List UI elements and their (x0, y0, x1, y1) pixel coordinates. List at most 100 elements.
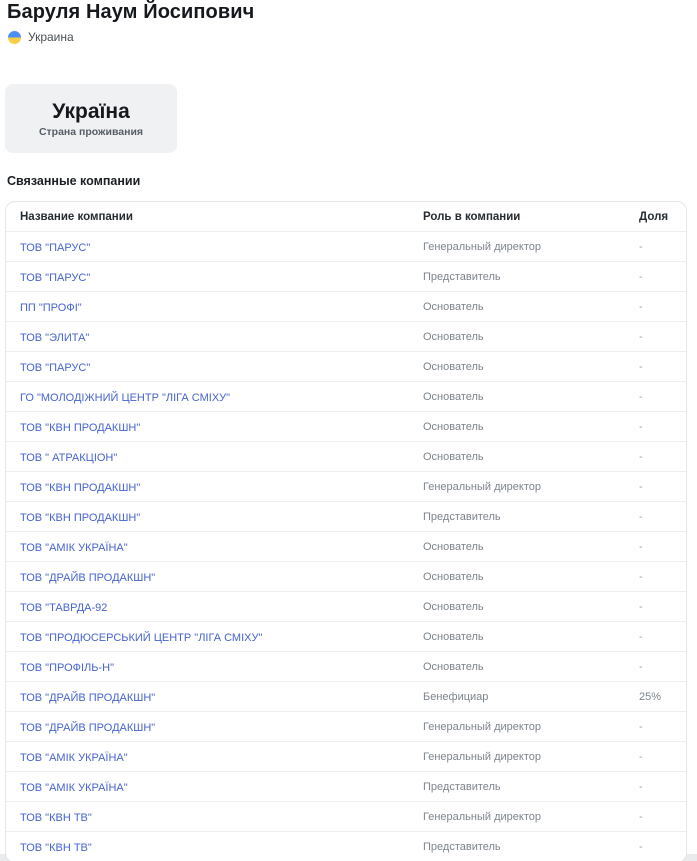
table-row: ТОВ "ПРОДЮСЕРСЬКИЙ ЦЕНТР "ЛІГА СМІХУ" Ос… (6, 622, 686, 652)
share-cell: - (625, 751, 686, 763)
profile-page: Баруля Наум Йосипович Украина Україна Ст… (0, 0, 697, 854)
share-cell: - (625, 511, 686, 523)
company-link[interactable]: ГО "МОЛОДІЖНИЙ ЦЕНТР "ЛІГА СМІХУ" (20, 392, 230, 404)
company-cell: ТОВ "ДРАЙВ ПРОДАКШН" (6, 718, 409, 736)
table-row: ПП "ПРОФІ" Основатель - (6, 292, 686, 322)
company-link[interactable]: ТОВ "АМІК УКРАЇНА" (20, 542, 128, 554)
table-row: ТОВ "КВН ТВ" Генеральный директор - (6, 802, 686, 832)
role-cell: Основатель (409, 601, 625, 613)
role-cell: Основатель (409, 331, 625, 343)
role-cell: Бенефициар (409, 691, 625, 703)
company-cell: ТОВ "КВН ТВ" (6, 808, 409, 826)
company-link[interactable]: ТОВ "ДРАЙВ ПРОДАКШН" (20, 572, 155, 584)
company-cell: ТОВ "АМІК УКРАЇНА" (6, 778, 409, 796)
citizenship-row: Украина (8, 30, 690, 44)
role-cell: Представитель (409, 841, 625, 853)
role-cell: Основатель (409, 421, 625, 433)
company-cell: ТОВ "ПАРУС" (6, 268, 409, 286)
share-cell: - (625, 811, 686, 823)
share-cell: - (625, 631, 686, 643)
related-companies-heading: Связанные компании (7, 174, 690, 188)
company-cell: ТОВ "КВН ПРОДАКШН" (6, 478, 409, 496)
company-link[interactable]: ТОВ "ДРАЙВ ПРОДАКШН" (20, 692, 155, 704)
company-cell: ПП "ПРОФІ" (6, 298, 409, 316)
company-cell: ТОВ " АТРАКЦІОН" (6, 448, 409, 466)
column-header-company: Название компании (6, 211, 409, 223)
table-header: Название компании Роль в компании Доля (6, 202, 686, 232)
company-cell: ГО "МОЛОДІЖНИЙ ЦЕНТР "ЛІГА СМІХУ" (6, 388, 409, 406)
share-cell: - (625, 781, 686, 793)
column-header-role: Роль в компании (409, 211, 625, 223)
role-cell: Основатель (409, 361, 625, 373)
company-link[interactable]: ТОВ "ПРОФІЛЬ-Н" (20, 662, 114, 674)
role-cell: Генеральный директор (409, 751, 625, 763)
company-link[interactable]: ПП "ПРОФІ" (20, 302, 82, 314)
company-cell: ТОВ "КВН ПРОДАКШН" (6, 508, 409, 526)
company-cell: ТОВ "АМІК УКРАЇНА" (6, 538, 409, 556)
table-row: ТОВ "ТАВРДА-92 Основатель - (6, 592, 686, 622)
share-cell: - (625, 571, 686, 583)
table-header-row: Название компании Роль в компании Доля (6, 202, 686, 232)
column-header-share: Доля (625, 211, 686, 223)
company-link[interactable]: ТОВ "ПАРУС" (20, 242, 90, 254)
role-cell: Представитель (409, 511, 625, 523)
role-cell: Основатель (409, 451, 625, 463)
table-row: ТОВ "АМІК УКРАЇНА" Основатель - (6, 532, 686, 562)
table-row: ГО "МОЛОДІЖНИЙ ЦЕНТР "ЛІГА СМІХУ" Основа… (6, 382, 686, 412)
role-cell: Основатель (409, 391, 625, 403)
page-title: Баруля Наум Йосипович (7, 0, 690, 24)
table-row: ТОВ "КВН ПРОДАКШН" Основатель - (6, 412, 686, 442)
share-cell: - (625, 301, 686, 313)
company-link[interactable]: ТОВ "КВН ТВ" (20, 812, 92, 824)
role-cell: Представитель (409, 271, 625, 283)
company-cell: ТОВ "ПРОФІЛЬ-Н" (6, 658, 409, 676)
share-cell: - (625, 331, 686, 343)
table-row: ТОВ "КВН ПРОДАКШН" Представитель - (6, 502, 686, 532)
role-cell: Основатель (409, 541, 625, 553)
table-row: ТОВ "ПАРУС" Представитель - (6, 262, 686, 292)
table-row: ТОВ "ЭЛИТА" Основатель - (6, 322, 686, 352)
company-link[interactable]: ТОВ "АМІК УКРАЇНА" (20, 782, 128, 794)
table-row: ТОВ "ПАРУС" Генеральный директор - (6, 232, 686, 262)
company-cell: ТОВ "ДРАЙВ ПРОДАКШН" (6, 688, 409, 706)
table-row: ТОВ "ДРАЙВ ПРОДАКШН" Бенефициар 25% (6, 682, 686, 712)
company-cell: ТОВ "ТАВРДА-92 (6, 598, 409, 616)
ukraine-flag-icon (8, 31, 21, 44)
table-row: ТОВ "АМІК УКРАЇНА" Представитель - (6, 772, 686, 802)
company-link[interactable]: ТОВ "КВН ПРОДАКШН" (20, 422, 140, 434)
role-cell: Генеральный директор (409, 811, 625, 823)
company-link[interactable]: ТОВ "ЭЛИТА" (20, 332, 89, 344)
table-row: ТОВ "КВН ТВ" Представитель - (6, 832, 686, 861)
company-cell: ТОВ "КВН ПРОДАКШН" (6, 418, 409, 436)
company-link[interactable]: ТОВ "ПАРУС" (20, 272, 90, 284)
table-row: ТОВ "ПРОФІЛЬ-Н" Основатель - (6, 652, 686, 682)
table-row: ТОВ " АТРАКЦІОН" Основатель - (6, 442, 686, 472)
table-row: ТОВ "АМІК УКРАЇНА" Генеральный директор … (6, 742, 686, 772)
table-row: ТОВ "КВН ПРОДАКШН" Генеральный директор … (6, 472, 686, 502)
company-cell: ТОВ "ПАРУС" (6, 238, 409, 256)
company-link[interactable]: ТОВ "АМІК УКРАЇНА" (20, 752, 128, 764)
share-cell: 25% (625, 691, 686, 703)
company-link[interactable]: ТОВ "КВН ПРОДАКШН" (20, 482, 140, 494)
company-link[interactable]: ТОВ "КВН ПРОДАКШН" (20, 512, 140, 524)
share-cell: - (625, 421, 686, 433)
company-link[interactable]: ТОВ "КВН ТВ" (20, 842, 92, 854)
company-link[interactable]: ТОВ "ТАВРДА-92 (20, 602, 107, 614)
share-cell: - (625, 361, 686, 373)
share-cell: - (625, 241, 686, 253)
role-cell: Генеральный директор (409, 241, 625, 253)
share-cell: - (625, 391, 686, 403)
citizenship-label: Украина (28, 30, 74, 44)
role-cell: Основатель (409, 571, 625, 583)
company-cell: ТОВ "КВН ТВ" (6, 838, 409, 856)
country-card-caption: Страна проживания (39, 126, 143, 138)
company-cell: ТОВ "ЭЛИТА" (6, 328, 409, 346)
company-link[interactable]: ТОВ "ПАРУС" (20, 362, 90, 374)
company-link[interactable]: ТОВ "ПРОДЮСЕРСЬКИЙ ЦЕНТР "ЛІГА СМІХУ" (20, 632, 262, 644)
company-link[interactable]: ТОВ " АТРАКЦІОН" (20, 452, 117, 464)
company-cell: ТОВ "АМІК УКРАЇНА" (6, 748, 409, 766)
role-cell: Генеральный директор (409, 481, 625, 493)
share-cell: - (625, 271, 686, 283)
company-link[interactable]: ТОВ "ДРАЙВ ПРОДАКШН" (20, 722, 155, 734)
company-cell: ТОВ "ДРАЙВ ПРОДАКШН" (6, 568, 409, 586)
